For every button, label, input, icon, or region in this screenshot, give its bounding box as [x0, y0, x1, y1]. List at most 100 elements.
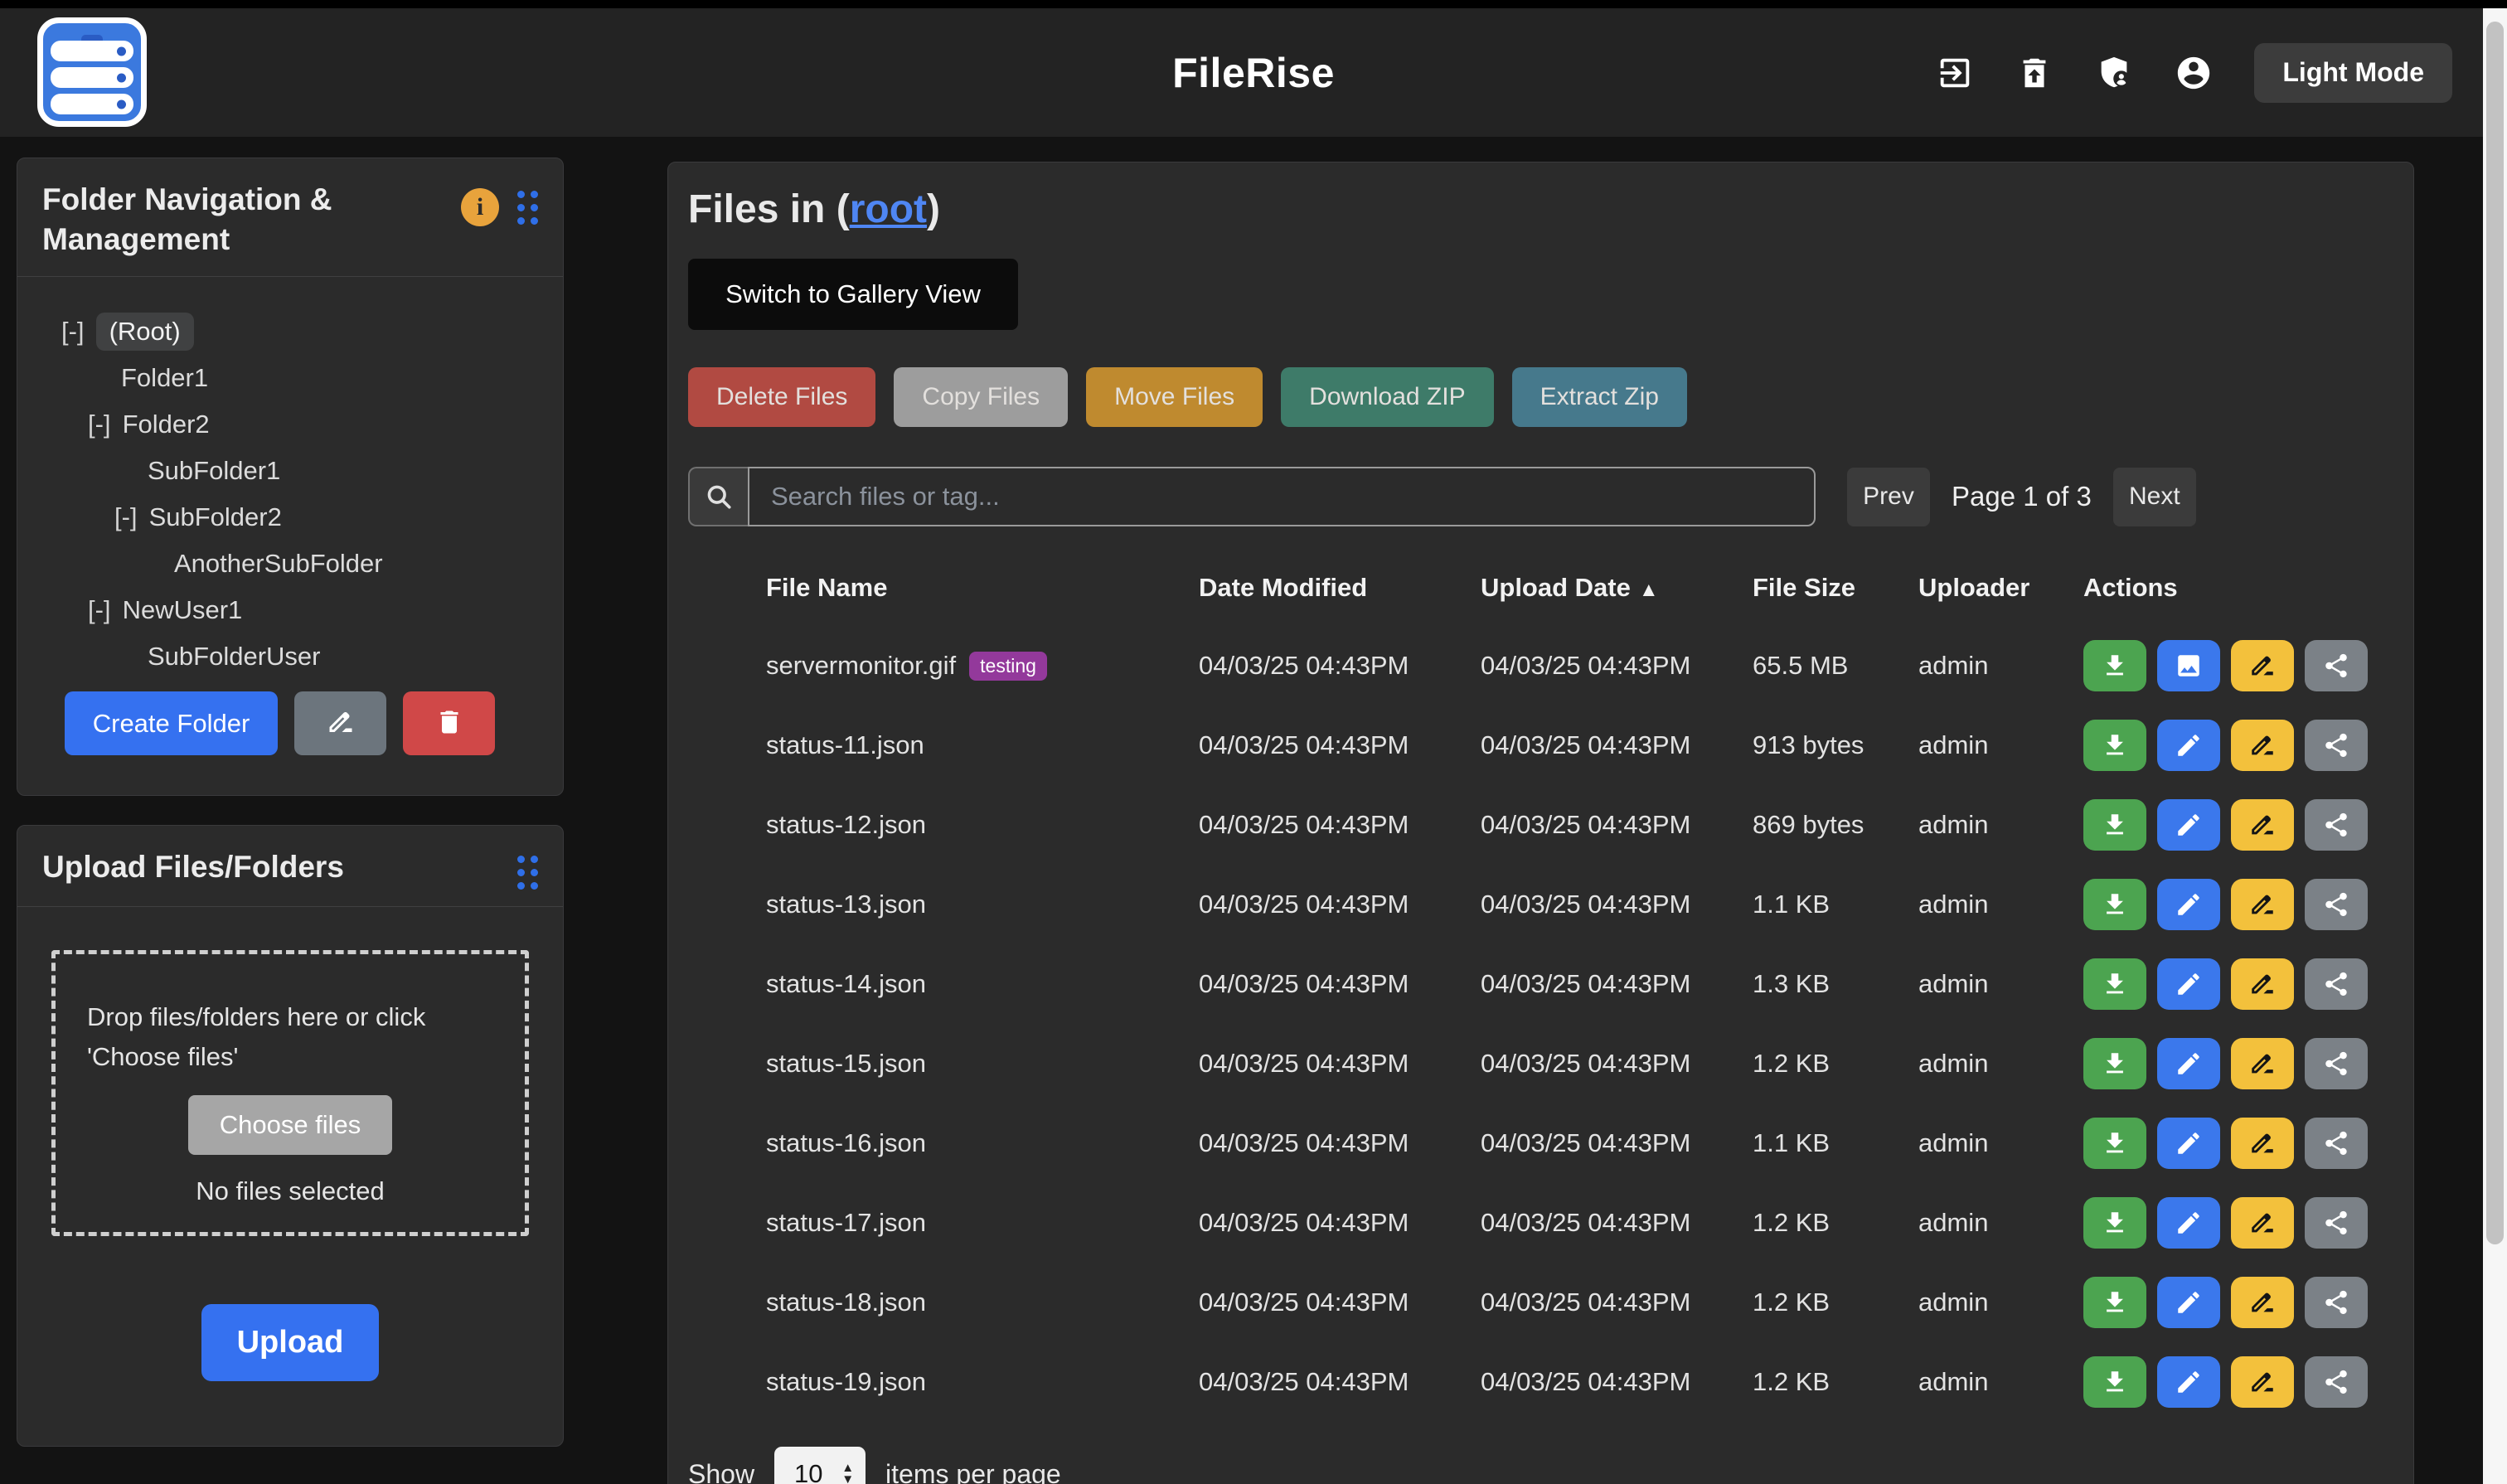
- table-row[interactable]: status-17.json 04/03/25 04:43PM 04/03/25…: [688, 1183, 2393, 1263]
- edit-preview-button[interactable]: [2157, 799, 2220, 851]
- share-button[interactable]: [2305, 1356, 2368, 1408]
- column-file-name[interactable]: File Name: [751, 573, 1199, 603]
- table-row[interactable]: status-15.json 04/03/25 04:43PM 04/03/25…: [688, 1024, 2393, 1103]
- download-button[interactable]: [2083, 1118, 2146, 1169]
- share-button[interactable]: [2305, 640, 2368, 691]
- info-icon[interactable]: i: [461, 188, 499, 226]
- table-row[interactable]: status-13.json 04/03/25 04:43PM 04/03/25…: [688, 865, 2393, 944]
- folder-tree-item[interactable]: SubFolderUser: [17, 633, 563, 680]
- column-date-modified[interactable]: Date Modified: [1199, 573, 1481, 603]
- table-row[interactable]: status-18.json 04/03/25 04:43PM 04/03/25…: [688, 1263, 2393, 1342]
- folder-tree-item[interactable]: Folder1: [17, 355, 563, 401]
- file-name[interactable]: status-12.json: [766, 810, 926, 840]
- download-button[interactable]: [2083, 958, 2146, 1010]
- column-uploader[interactable]: Uploader: [1918, 573, 2083, 603]
- folder-tree-item[interactable]: [-] Folder2: [17, 401, 563, 448]
- share-button[interactable]: [2305, 720, 2368, 771]
- light-mode-toggle-button[interactable]: Light Mode: [2254, 43, 2452, 103]
- collapse-toggle[interactable]: [-]: [114, 502, 138, 532]
- file-name[interactable]: status-16.json: [766, 1128, 926, 1158]
- share-button[interactable]: [2305, 1038, 2368, 1089]
- file-name[interactable]: status-13.json: [766, 890, 926, 919]
- download-button[interactable]: [2083, 1277, 2146, 1328]
- column-file-size[interactable]: File Size: [1753, 573, 1918, 603]
- column-upload-date[interactable]: Upload Date▲: [1481, 573, 1753, 603]
- share-button[interactable]: [2305, 958, 2368, 1010]
- download-button[interactable]: [2083, 640, 2146, 691]
- download-button[interactable]: [2083, 720, 2146, 771]
- logout-icon[interactable]: [1936, 54, 1974, 92]
- file-name[interactable]: status-18.json: [766, 1288, 926, 1317]
- folder-tree-item[interactable]: [-] SubFolder2: [17, 494, 563, 541]
- edit-preview-button[interactable]: [2157, 958, 2220, 1010]
- rename-button[interactable]: [2231, 1277, 2294, 1328]
- scrollbar-thumb[interactable]: [2486, 22, 2504, 1244]
- download-button[interactable]: [2083, 1038, 2146, 1089]
- upload-button[interactable]: Upload: [201, 1304, 379, 1381]
- collapse-toggle[interactable]: [-]: [88, 410, 111, 439]
- share-button[interactable]: [2305, 879, 2368, 930]
- root-folder-link[interactable]: root: [850, 187, 927, 231]
- download-zip-button[interactable]: Download ZIP: [1281, 367, 1493, 427]
- table-row[interactable]: status-16.json 04/03/25 04:43PM 04/03/25…: [688, 1103, 2393, 1183]
- download-button[interactable]: [2083, 799, 2146, 851]
- file-name[interactable]: servermonitor.gif: [766, 651, 956, 681]
- folder-tree-item[interactable]: [-] (Root): [17, 308, 563, 355]
- restore-trash-icon[interactable]: [2015, 54, 2054, 92]
- switch-gallery-view-button[interactable]: Switch to Gallery View: [688, 259, 1018, 330]
- folder-tree-item[interactable]: SubFolder1: [17, 448, 563, 494]
- delete-folder-button[interactable]: [403, 691, 495, 755]
- delete-files-button[interactable]: Delete Files: [688, 367, 875, 427]
- account-circle-icon[interactable]: [2175, 54, 2213, 92]
- edit-preview-button[interactable]: [2157, 1197, 2220, 1249]
- drag-handle-icon[interactable]: [517, 191, 538, 225]
- collapse-toggle[interactable]: [-]: [61, 317, 85, 347]
- rename-button[interactable]: [2231, 1118, 2294, 1169]
- table-row[interactable]: status-14.json 04/03/25 04:43PM 04/03/25…: [688, 944, 2393, 1024]
- file-name[interactable]: status-11.json: [766, 730, 924, 760]
- scrollbar-track[interactable]: [2483, 8, 2507, 1484]
- edit-preview-button[interactable]: [2157, 720, 2220, 771]
- rename-button[interactable]: [2231, 958, 2294, 1010]
- file-name[interactable]: status-19.json: [766, 1367, 926, 1397]
- download-button[interactable]: [2083, 1356, 2146, 1408]
- table-row[interactable]: servermonitor.gif testing 04/03/25 04:43…: [688, 626, 2393, 706]
- next-page-button[interactable]: Next: [2113, 468, 2196, 526]
- file-name[interactable]: status-17.json: [766, 1208, 926, 1238]
- table-row[interactable]: status-19.json 04/03/25 04:43PM 04/03/25…: [688, 1342, 2393, 1422]
- collapse-toggle[interactable]: [-]: [88, 595, 111, 625]
- upload-dropzone[interactable]: Drop files/folders here or click 'Choose…: [51, 950, 529, 1236]
- rename-button[interactable]: [2231, 720, 2294, 771]
- download-button[interactable]: [2083, 879, 2146, 930]
- rename-button[interactable]: [2231, 640, 2294, 691]
- share-button[interactable]: [2305, 1118, 2368, 1169]
- folder-tree-item[interactable]: [-] NewUser1: [17, 587, 563, 633]
- rename-folder-button[interactable]: [294, 691, 386, 755]
- share-button[interactable]: [2305, 799, 2368, 851]
- table-row[interactable]: status-11.json 04/03/25 04:43PM 04/03/25…: [688, 706, 2393, 785]
- rename-button[interactable]: [2231, 1038, 2294, 1089]
- admin-shield-icon[interactable]: [2095, 54, 2133, 92]
- search-input[interactable]: [748, 467, 1816, 526]
- prev-page-button[interactable]: Prev: [1847, 468, 1930, 526]
- extract-zip-button[interactable]: Extract Zip: [1512, 367, 1687, 427]
- edit-preview-button[interactable]: [2157, 1277, 2220, 1328]
- preview-image-button[interactable]: [2157, 640, 2220, 691]
- rename-button[interactable]: [2231, 879, 2294, 930]
- table-row[interactable]: status-12.json 04/03/25 04:43PM 04/03/25…: [688, 785, 2393, 865]
- edit-preview-button[interactable]: [2157, 1118, 2220, 1169]
- drag-handle-icon[interactable]: [517, 856, 538, 890]
- share-button[interactable]: [2305, 1277, 2368, 1328]
- move-files-button[interactable]: Move Files: [1086, 367, 1263, 427]
- copy-files-button[interactable]: Copy Files: [894, 367, 1068, 427]
- file-name[interactable]: status-15.json: [766, 1049, 926, 1079]
- rename-button[interactable]: [2231, 1356, 2294, 1408]
- edit-preview-button[interactable]: [2157, 1038, 2220, 1089]
- edit-preview-button[interactable]: [2157, 1356, 2220, 1408]
- download-button[interactable]: [2083, 1197, 2146, 1249]
- choose-files-button[interactable]: Choose files: [188, 1095, 392, 1155]
- edit-preview-button[interactable]: [2157, 879, 2220, 930]
- rename-button[interactable]: [2231, 1197, 2294, 1249]
- items-per-page-select[interactable]: 10 ▲▼: [774, 1447, 866, 1484]
- create-folder-button[interactable]: Create Folder: [65, 691, 278, 755]
